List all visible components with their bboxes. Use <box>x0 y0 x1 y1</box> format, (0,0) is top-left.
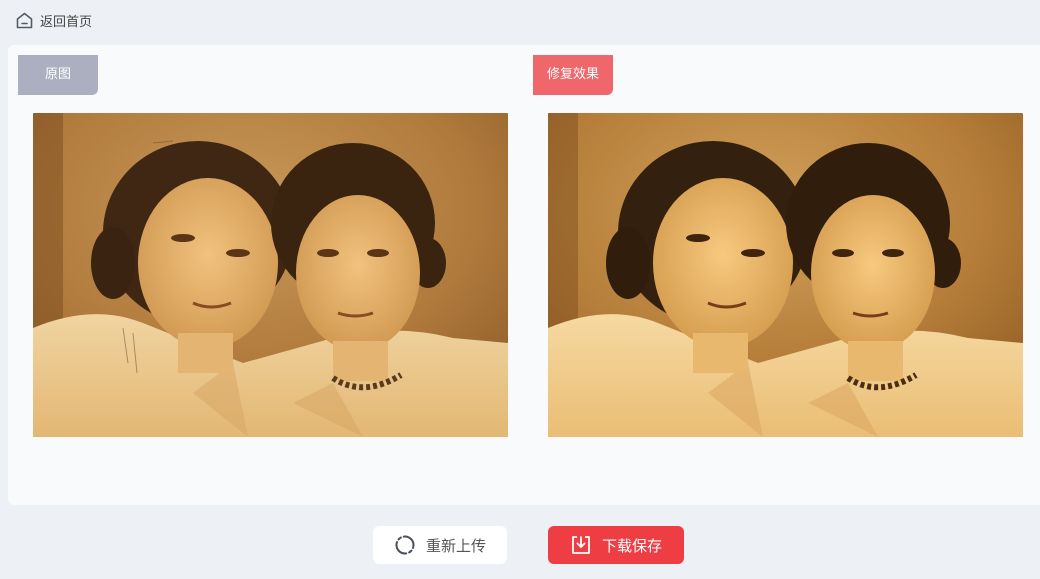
original-photo <box>33 113 508 437</box>
repaired-photo <box>548 113 1023 437</box>
back-home-label: 返回首页 <box>40 14 93 30</box>
top-bar: 返回首页 <box>0 0 1040 40</box>
compare-panel: 原图 修复效果 <box>8 45 1040 505</box>
download-label: 下载保存 <box>601 536 662 555</box>
download-icon <box>570 534 592 556</box>
reupload-button[interactable]: 重新上传 <box>373 526 507 564</box>
reupload-label: 重新上传 <box>425 536 486 555</box>
repaired-tag: 修复效果 <box>533 55 613 95</box>
home-icon <box>15 11 34 30</box>
download-button[interactable]: 下载保存 <box>548 526 684 564</box>
original-tag: 原图 <box>18 55 98 95</box>
back-home-link[interactable]: 返回首页 <box>15 11 92 30</box>
refresh-icon <box>394 534 416 556</box>
